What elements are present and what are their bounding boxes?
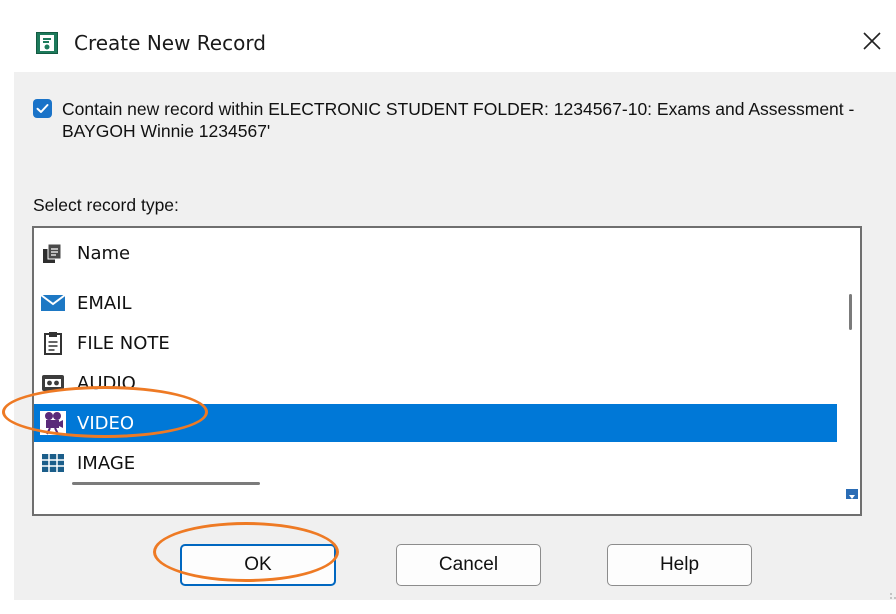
resize-grip-icon[interactable]	[887, 589, 896, 609]
list-item-label: AUDIO	[77, 372, 136, 394]
document-stack-icon	[40, 241, 66, 265]
image-grid-icon	[40, 451, 66, 475]
cancel-button[interactable]: Cancel	[396, 544, 541, 586]
create-new-record-dialog: Create New Record Contain new record wit…	[14, 12, 896, 600]
contain-record-label: Contain new record within ELECTRONIC STU…	[62, 99, 855, 141]
help-button[interactable]: Help	[607, 544, 752, 586]
envelope-icon	[40, 291, 66, 315]
scroll-down-button[interactable]	[846, 489, 858, 499]
list-item-audio[interactable]: AUDIO	[34, 364, 837, 402]
vertical-scroll-thumb[interactable]	[849, 294, 852, 330]
close-icon	[863, 31, 881, 55]
list-item-video[interactable]: VIDEO	[34, 404, 837, 442]
list-item-label: FILE NOTE	[77, 332, 170, 354]
list-item-label: VIDEO	[77, 412, 135, 434]
list-item-label: EMAIL	[77, 292, 132, 314]
movie-camera-icon	[40, 411, 66, 435]
triangle-down-icon	[849, 495, 855, 499]
cassette-icon	[40, 371, 66, 395]
list-item-image[interactable]: IMAGE	[34, 444, 837, 482]
title-bar: Create New Record	[14, 12, 896, 72]
list-item-label: IMAGE	[77, 452, 136, 474]
select-record-type-label: Select record type:	[33, 195, 179, 215]
list-header-label: Name	[77, 242, 131, 264]
checkmark-icon	[36, 104, 49, 113]
clipboard-icon	[40, 331, 66, 355]
list-item-file-note[interactable]: FILE NOTE	[34, 324, 837, 362]
dialog-title: Create New Record	[74, 31, 266, 55]
record-type-list[interactable]: Name EMAIL FILE NOTE AUDIO VIDEO IMAGE	[32, 226, 862, 516]
horizontal-scroll-thumb[interactable]	[72, 482, 260, 485]
app-icon	[36, 32, 58, 54]
ok-button[interactable]: OK	[180, 544, 336, 586]
close-button[interactable]	[852, 24, 892, 62]
list-header-name[interactable]: Name	[34, 234, 837, 272]
contain-record-checkbox[interactable]	[33, 99, 52, 118]
list-item-email[interactable]: EMAIL	[34, 284, 837, 322]
vertical-scrollbar[interactable]	[839, 228, 860, 514]
